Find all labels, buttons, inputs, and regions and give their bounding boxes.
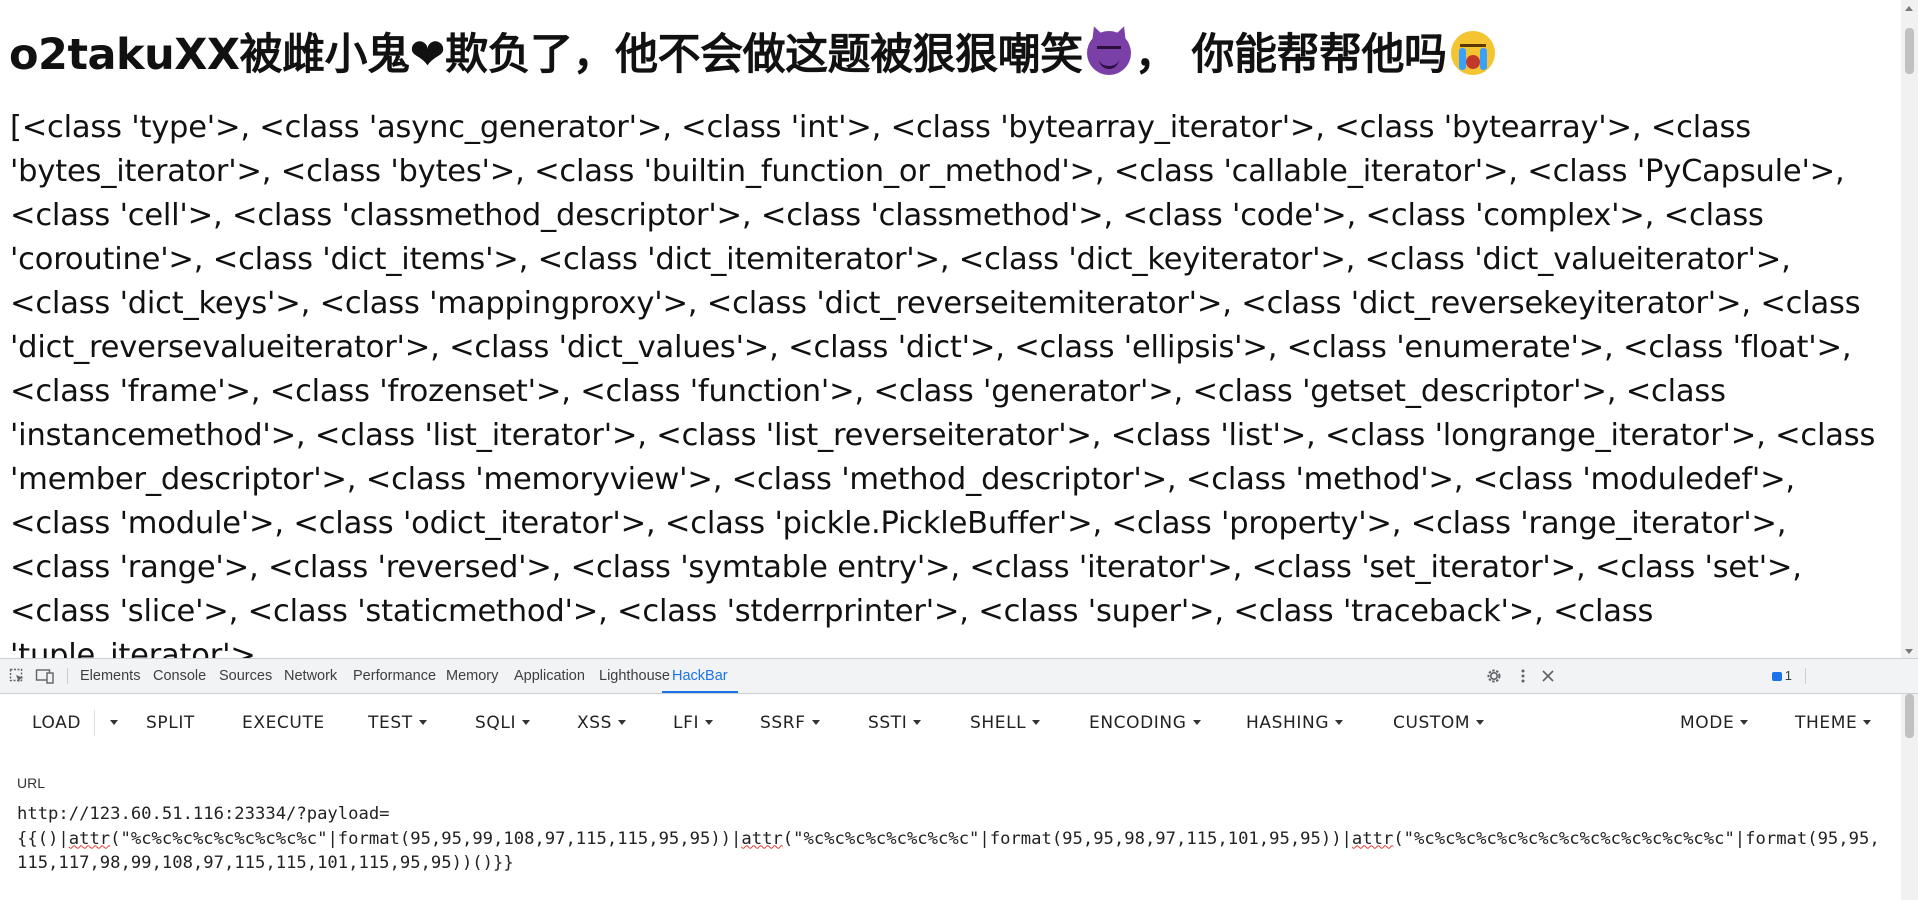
issues-icon xyxy=(1771,672,1782,681)
settings-gear-icon[interactable] xyxy=(1486,668,1502,684)
chevron-down-icon xyxy=(1476,720,1485,725)
chevron-down-icon xyxy=(811,720,820,725)
ssti-menu-button[interactable]: SSTI xyxy=(868,713,922,733)
device-toolbar-icon[interactable] xyxy=(35,668,55,684)
ssti-label: SSTI xyxy=(868,713,908,733)
ssrf-menu-button[interactable]: SSRF xyxy=(760,713,820,733)
scroll-up-arrow-icon[interactable] xyxy=(1905,6,1913,11)
chevron-down-icon xyxy=(1032,720,1041,725)
shell-menu-button[interactable]: SHELL xyxy=(970,713,1041,733)
chevron-down-icon xyxy=(1740,720,1749,725)
url-payload-segment: {{()| xyxy=(17,828,69,849)
tab-application[interactable]: Application xyxy=(514,659,585,693)
subclasses-output: [<class 'type'>, <class 'async_generator… xyxy=(10,110,1876,658)
chevron-down-icon xyxy=(705,720,714,725)
tab-memory[interactable]: Memory xyxy=(446,659,498,693)
more-options-icon[interactable] xyxy=(1515,668,1531,684)
issues-count: 1 xyxy=(1784,668,1792,683)
encoding-label: ENCODING xyxy=(1089,713,1187,733)
smiling-devil-icon xyxy=(1086,31,1131,75)
split-button[interactable]: SPLIT xyxy=(146,713,195,733)
tabbar-divider-right xyxy=(1805,668,1806,684)
devtools-panel: Elements Console Sources Network Perform… xyxy=(0,658,1918,900)
url-text-line: http://123.60.51.116:23334/?payload= xyxy=(17,804,390,824)
page-viewport: o2takuXX被雌小鬼❤欺负了，他不会做这题被狠狠嘲笑 ， 你能帮帮他吗 [<c… xyxy=(0,0,1918,658)
ssrf-label: SSRF xyxy=(760,713,806,733)
tab-hackbar[interactable]: HackBar xyxy=(662,659,738,693)
sqli-menu-button[interactable]: SQLI xyxy=(475,713,531,733)
hashing-label: HASHING xyxy=(1246,713,1330,733)
url-payload-attr: attr xyxy=(741,828,783,849)
url-textarea[interactable]: http://123.60.51.116:23334/?payload= {{(… xyxy=(17,802,1887,876)
sqli-label: SQLI xyxy=(475,713,517,733)
lfi-label: LFI xyxy=(673,713,700,733)
tab-console[interactable]: Console xyxy=(153,659,206,693)
tabbar-divider xyxy=(67,668,68,684)
chevron-down-icon xyxy=(618,720,627,725)
page-scrollbar-thumb[interactable] xyxy=(1905,28,1914,74)
encoding-menu-button[interactable]: ENCODING xyxy=(1089,713,1201,733)
chevron-down-icon xyxy=(110,720,118,725)
tab-elements[interactable]: Elements xyxy=(80,659,140,693)
load-dropdown-button[interactable] xyxy=(104,713,118,733)
execute-button[interactable]: EXECUTE xyxy=(242,713,325,733)
theme-label: THEME xyxy=(1795,713,1858,733)
chevron-down-icon xyxy=(1863,720,1872,725)
load-button[interactable]: LOAD xyxy=(32,713,81,733)
inspect-element-icon[interactable] xyxy=(9,668,25,684)
tab-performance[interactable]: Performance xyxy=(353,659,436,693)
close-icon[interactable] xyxy=(1540,668,1556,684)
chevron-down-icon xyxy=(418,720,427,725)
custom-label: CUSTOM xyxy=(1393,713,1471,733)
hackbar-toolbar: LOAD SPLIT EXECUTE TEST SQLI XSS LFI SSR… xyxy=(0,694,1918,752)
xss-menu-button[interactable]: XSS xyxy=(577,713,627,733)
url-payload-segment: ("%c%c%c%c%c%c%c%c%c"|format(95,95,99,10… xyxy=(110,828,742,849)
test-menu-button[interactable]: TEST xyxy=(368,713,427,733)
mode-label: MODE xyxy=(1680,713,1735,733)
chevron-down-icon xyxy=(1192,720,1201,725)
theme-menu-button[interactable]: THEME xyxy=(1795,713,1872,733)
page-scrollbar[interactable] xyxy=(1901,0,1918,658)
url-payload-attr: attr xyxy=(68,828,111,849)
tab-lighthouse[interactable]: Lighthouse xyxy=(599,659,670,693)
issues-badge[interactable]: 1 xyxy=(1771,668,1792,683)
url-label: URL xyxy=(17,775,46,791)
custom-menu-button[interactable]: CUSTOM xyxy=(1393,713,1485,733)
hackbar-scrollbar-thumb[interactable] xyxy=(1905,694,1914,738)
lfi-menu-button[interactable]: LFI xyxy=(673,713,714,733)
hackbar-scrollbar[interactable] xyxy=(1901,694,1918,900)
mode-menu-button[interactable]: MODE xyxy=(1680,713,1749,733)
chevron-down-icon xyxy=(913,720,922,725)
xss-label: XSS xyxy=(577,713,613,733)
scroll-down-arrow-icon[interactable] xyxy=(1905,649,1913,654)
test-label: TEST xyxy=(368,713,413,733)
page-title-text: o2takuXX被雌小鬼❤欺负了，他不会做这题被狠狠嘲笑 xyxy=(9,30,1083,80)
devtools-tabbar: Elements Console Sources Network Perform… xyxy=(0,659,1918,694)
url-payload-attr: attr xyxy=(1351,828,1394,849)
tab-sources[interactable]: Sources xyxy=(219,659,272,693)
chevron-down-icon xyxy=(1335,720,1344,725)
hashing-menu-button[interactable]: HASHING xyxy=(1246,713,1344,733)
chevron-down-icon xyxy=(522,720,531,725)
url-payload-segment: ("%c%c%c%c%c%c%c%c"|format(95,95,98,97,1… xyxy=(782,828,1352,849)
page-title: o2takuXX被雌小鬼❤欺负了，他不会做这题被狠狠嘲笑 ， 你能帮帮他吗 xyxy=(9,20,1499,82)
shell-label: SHELL xyxy=(970,713,1027,733)
tab-network[interactable]: Network xyxy=(284,659,337,693)
page-title-text-2: ， 你能帮帮他吗 xyxy=(1134,30,1447,80)
loudly-crying-icon xyxy=(1450,31,1495,75)
load-divider xyxy=(94,710,95,736)
